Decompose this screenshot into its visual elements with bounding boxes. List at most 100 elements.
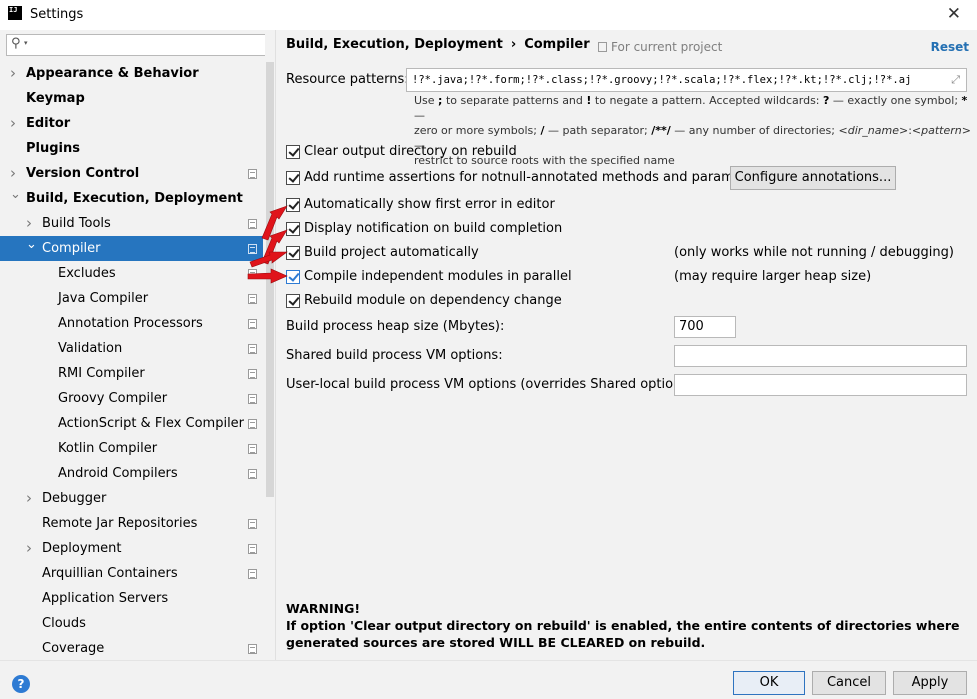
sidebar-item-build-tools[interactable]: › Build Tools xyxy=(0,211,263,236)
sidebar-item-label: Appearance & Behavior xyxy=(26,66,199,81)
sidebar-item-annotation-processors[interactable]: Annotation Processors xyxy=(0,311,263,336)
sidebar-item-label: Plugins xyxy=(26,141,80,156)
chevron-down-icon[interactable]: ⌄ xyxy=(26,232,37,257)
sidebar-item-excludes[interactable]: Excludes xyxy=(0,261,263,286)
project-scope-icon xyxy=(248,169,257,179)
sidebar-item-actionscript-flex-compiler[interactable]: ActionScript & Flex Compiler xyxy=(0,411,263,436)
sidebar-item-kotlin-compiler[interactable]: Kotlin Compiler xyxy=(0,436,263,461)
chevron-right-icon[interactable]: › xyxy=(26,536,32,561)
sidebar-scrollbar-thumb[interactable] xyxy=(266,62,274,497)
cancel-button[interactable]: Cancel xyxy=(812,671,886,695)
runtime-assertions-label: Add runtime assertions for notnull-annot… xyxy=(304,170,768,185)
sidebar-item-android-compilers[interactable]: Android Compilers xyxy=(0,461,263,486)
chevron-right-icon[interactable]: › xyxy=(26,486,32,511)
sidebar-item-appearance-behavior[interactable]: › Appearance & Behavior xyxy=(0,61,263,86)
intellij-app-icon: IJ xyxy=(8,6,22,20)
sidebar-item-groovy-compiler[interactable]: Groovy Compiler xyxy=(0,386,263,411)
project-scope-icon xyxy=(248,244,257,254)
search-icon: ⚲ xyxy=(11,36,21,51)
build-automatically-checkbox[interactable] xyxy=(286,246,300,260)
sidebar-item-java-compiler[interactable]: Java Compiler xyxy=(0,286,263,311)
project-scope-icon xyxy=(248,294,257,304)
for-current-project-label: For current project xyxy=(611,40,723,54)
compile-parallel-checkbox[interactable] xyxy=(286,270,300,284)
heap-size-input[interactable]: 700 xyxy=(674,316,736,338)
rebuild-on-dependency-label: Rebuild module on dependency change xyxy=(304,293,562,308)
sidebar-item-rmi-compiler[interactable]: RMI Compiler xyxy=(0,361,263,386)
display-notification-checkbox[interactable] xyxy=(286,222,300,236)
sidebar-item-coverage[interactable]: Coverage xyxy=(0,636,263,661)
settings-search-input[interactable]: ⚲ ▾ xyxy=(6,34,269,56)
settings-sidebar: ⚲ ▾ › Appearance & Behavior Keymap › Editor P… xyxy=(0,30,275,660)
sidebar-item-label: RMI Compiler xyxy=(58,366,145,381)
close-icon[interactable]: ✕ xyxy=(947,4,961,24)
heap-size-label: Build process heap size (Mbytes): xyxy=(286,319,505,334)
project-scope-icon xyxy=(248,394,257,404)
help-icon[interactable]: ? xyxy=(12,675,30,693)
dialog-footer: ? OK Cancel Apply xyxy=(0,660,977,699)
resource-patterns-value: !?*.java;!?*.form;!?*.class;!?*.groovy;!… xyxy=(412,74,912,86)
project-scope-icon xyxy=(248,419,257,429)
sidebar-item-build-execution-deployment[interactable]: ⌄ Build, Execution, Deployment xyxy=(0,186,263,211)
sidebar-item-label: Debugger xyxy=(42,491,107,506)
sidebar-item-deployment[interactable]: › Deployment xyxy=(0,536,263,561)
apply-button[interactable]: Apply xyxy=(893,671,967,695)
rebuild-on-dependency-checkbox[interactable] xyxy=(286,294,300,308)
sidebar-item-plugins[interactable]: Plugins xyxy=(0,136,263,161)
clear-output-checkbox[interactable] xyxy=(286,145,300,159)
window-title: Settings xyxy=(30,7,84,22)
sidebar-item-remote-jar-repositories[interactable]: Remote Jar Repositories xyxy=(0,511,263,536)
warning-title: WARNING! xyxy=(286,601,361,616)
sidebar-item-label: Validation xyxy=(58,341,123,356)
chevron-right-icon[interactable]: › xyxy=(10,61,16,86)
sidebar-item-label: Editor xyxy=(26,116,71,131)
ok-button[interactable]: OK xyxy=(733,671,805,695)
project-scope-icon xyxy=(248,319,257,329)
sidebar-item-label: Build, Execution, Deployment xyxy=(26,191,243,206)
sidebar-item-keymap[interactable]: Keymap xyxy=(0,86,263,111)
clear-output-label: Clear output directory on rebuild xyxy=(304,144,517,159)
project-scope-icon xyxy=(248,519,257,529)
runtime-assertions-checkbox[interactable] xyxy=(286,171,300,185)
breadcrumb: Build, Execution, Deployment › Compiler xyxy=(286,37,590,52)
sidebar-item-debugger[interactable]: › Debugger xyxy=(0,486,263,511)
expand-field-icon[interactable]: ⤢ xyxy=(951,69,960,91)
breadcrumb-separator: › xyxy=(510,37,517,52)
chevron-right-icon[interactable]: › xyxy=(10,111,16,136)
project-scope-icon xyxy=(598,42,607,52)
sidebar-item-label: Groovy Compiler xyxy=(58,391,168,406)
project-scope-icon xyxy=(248,269,257,279)
shared-vm-options-input[interactable] xyxy=(674,345,967,367)
project-scope-icon xyxy=(248,569,257,579)
sidebar-item-arquillian-containers[interactable]: Arquillian Containers xyxy=(0,561,263,586)
sidebar-item-label: Build Tools xyxy=(42,216,111,231)
for-current-project-note: For current project xyxy=(598,40,722,54)
sidebar-item-label: Kotlin Compiler xyxy=(58,441,158,456)
sidebar-item-label: Clouds xyxy=(42,616,86,631)
chevron-down-icon[interactable]: ⌄ xyxy=(10,182,21,207)
display-notification-label: Display notification on build completion xyxy=(304,221,563,236)
sidebar-item-validation[interactable]: Validation xyxy=(0,336,263,361)
breadcrumb-current: Compiler xyxy=(524,37,590,52)
sidebar-item-application-servers[interactable]: Application Servers xyxy=(0,586,263,611)
sidebar-item-editor[interactable]: › Editor xyxy=(0,111,263,136)
sidebar-item-clouds[interactable]: Clouds xyxy=(0,611,263,636)
sidebar-item-label: Keymap xyxy=(26,91,85,106)
shared-vm-options-label: Shared build process VM options: xyxy=(286,348,503,363)
project-scope-icon xyxy=(248,644,257,654)
warning-text: If option 'Clear output directory on reb… xyxy=(286,618,960,650)
configure-annotations-button[interactable]: Configure annotations... xyxy=(730,166,896,190)
resource-patterns-input[interactable]: !?*.java;!?*.form;!?*.class;!?*.groovy;!… xyxy=(406,68,967,92)
project-scope-icon xyxy=(248,469,257,479)
reset-link[interactable]: Reset xyxy=(931,40,969,54)
sidebar-item-label: Remote Jar Repositories xyxy=(42,516,198,531)
sidebar-item-version-control[interactable]: › Version Control xyxy=(0,161,263,186)
title-bar: IJ Settings ✕ xyxy=(0,0,977,30)
show-first-error-checkbox[interactable] xyxy=(286,198,300,212)
sidebar-item-label: ActionScript & Flex Compiler xyxy=(58,416,245,431)
search-options-chevron-icon[interactable]: ▾ xyxy=(24,39,28,47)
sidebar-item-label: Android Compilers xyxy=(58,466,178,481)
sidebar-item-compiler[interactable]: ⌄ Compiler xyxy=(0,236,263,261)
user-vm-options-input[interactable] xyxy=(674,374,967,396)
compiler-settings-panel: Build, Execution, Deployment › Compiler Fo… xyxy=(276,30,977,660)
